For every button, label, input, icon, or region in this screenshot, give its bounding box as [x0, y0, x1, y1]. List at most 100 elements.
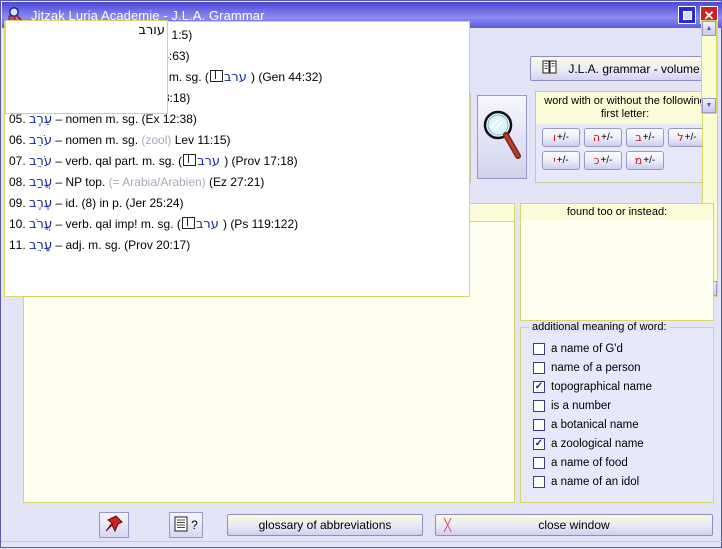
additional-meaning-row[interactable]: ✓ a zoological name: [533, 434, 713, 453]
first-letter-button-י[interactable]: י +/-: [542, 151, 580, 170]
grammar-item-root-hebrew: ערב: [197, 154, 225, 169]
book-icon: [183, 154, 197, 166]
first-letter-button-ב[interactable]: ב +/-: [626, 128, 664, 147]
grammar-item-number: 11.: [9, 238, 30, 252]
first-letter-title: word with or without the following first…: [536, 92, 714, 124]
grammar-list-item[interactable]: 09. עֶרֶב – id. (8) in p. (Jer 25:24): [9, 193, 469, 214]
grammar-item-number: 07.: [9, 154, 30, 168]
found-too-list[interactable]: עורב: [5, 20, 168, 114]
app-window: Jitzak Luria Academie - J.L.A. Grammar ✕…: [0, 0, 722, 548]
grammar-list-item[interactable]: 11. עָרֵב – adj. m. sg. (Prov 20:17): [9, 235, 469, 256]
grammar-list-item[interactable]: 08. עֲרַב – NP top. (= Arabia/Arabien) (…: [9, 172, 469, 193]
first-letter-suffix: +/-: [601, 132, 614, 143]
checkbox-a-zoological-name[interactable]: ✓: [533, 437, 545, 450]
additional-meaning-row[interactable]: is a number: [533, 396, 713, 415]
book-icon: [181, 217, 195, 229]
grammar-item-reference: ) (Gen 44:32): [251, 70, 323, 84]
found-scroll-down-button[interactable]: ▼: [702, 98, 716, 113]
glossary-button[interactable]: glossary of abbreviations: [227, 514, 423, 536]
additional-meaning-row[interactable]: a botanical name: [533, 415, 713, 434]
first-letter-row-2: י +/- כ +/- מ +/-: [542, 151, 714, 170]
additional-meaning-row[interactable]: a name of an idol: [533, 472, 713, 491]
bottom-divider: [1, 541, 722, 542]
additional-meaning-row[interactable]: ✓ topographical name: [533, 377, 713, 396]
additional-meaning-label: a botanical name: [551, 418, 639, 431]
glossary-label: glossary of abbreviations: [258, 518, 392, 532]
additional-meaning-row[interactable]: a name of G'd: [533, 339, 713, 358]
x-icon: ╳: [444, 518, 452, 532]
first-letter-glyph: י: [553, 154, 556, 167]
first-letter-glyph: ה: [592, 131, 601, 144]
found-too-panel: found too or instead:: [520, 203, 714, 321]
first-letter-button-ו[interactable]: ו +/-: [542, 128, 580, 147]
pin-button[interactable]: [99, 512, 129, 538]
first-letter-glyph: כ: [593, 154, 600, 167]
book-icon: [542, 60, 558, 77]
grammar-item-root-hebrew: ערב: [223, 70, 251, 85]
grammar-item-description: – verb. qal imp! m. sg. (: [52, 217, 181, 231]
first-letter-suffix: +/-: [642, 132, 655, 143]
grammar-item-description: – adj. m. sg. (Prov 20:17): [52, 238, 191, 252]
checkbox-a-name-of-g-d[interactable]: [533, 342, 545, 355]
first-letter-suffix: +/-: [600, 155, 613, 166]
first-letter-button-ה[interactable]: ה +/-: [584, 128, 622, 147]
first-letter-suffix: +/-: [556, 155, 569, 166]
restore-button[interactable]: [678, 6, 696, 24]
grammar-item-number: 05.: [9, 112, 30, 126]
additional-meaning-label: topographical name: [551, 380, 653, 393]
help-button[interactable]: ?: [169, 512, 203, 538]
additional-meaning-label: a name of an idol: [551, 475, 640, 488]
grammar-item-number: 06.: [9, 133, 30, 147]
first-letter-glyph: ב: [635, 131, 642, 144]
grammar-list-item[interactable]: 07. עֹרֵב – verb. qal part. m. sg. ( ערב…: [9, 151, 469, 172]
first-letter-glyph: ל: [677, 131, 684, 144]
help-book-icon: [174, 516, 188, 535]
grammar-item-hebrew: עֹרֵב: [29, 133, 53, 148]
close-window-button[interactable]: ╳ close window: [435, 514, 713, 536]
search-magnifier-button[interactable]: [477, 95, 527, 179]
grammar-volume-button[interactable]: J.L.A. grammar - volume: [530, 56, 712, 81]
first-letter-button-ל[interactable]: ל +/-: [668, 128, 706, 147]
first-letter-suffix: +/-: [643, 155, 656, 166]
additional-meaning-label: is a number: [551, 399, 612, 412]
found-too-item[interactable]: עורב: [10, 23, 167, 38]
checkbox-a-name-of-an-idol[interactable]: [533, 475, 545, 488]
close-window-label: close window: [538, 518, 610, 532]
first-letter-button-מ[interactable]: מ +/-: [626, 151, 664, 170]
found-too-title: found too or instead:: [521, 204, 713, 220]
first-letter-row-1: ו +/- ה +/- ב +/- ל +/-: [542, 128, 714, 147]
checkbox-is-a-number[interactable]: [533, 399, 545, 412]
additional-meaning-row[interactable]: a name of food: [533, 453, 713, 472]
magnifier-icon: [481, 108, 523, 167]
additional-meaning-row[interactable]: name of a person: [533, 358, 713, 377]
grammar-item-reference: ) (Ps 119:122): [222, 217, 299, 231]
checkbox-a-name-of-food[interactable]: [533, 456, 545, 469]
first-letter-suffix: +/-: [557, 132, 569, 143]
checkbox-a-botanical-name[interactable]: [533, 418, 545, 431]
grammar-item-note: (= Arabia/Arabien): [108, 175, 206, 189]
pushpin-icon: [104, 514, 124, 537]
grammar-item-hebrew: עֶרֶב: [29, 196, 53, 211]
found-too-scrollbar[interactable]: ▲ ▼: [701, 20, 717, 114]
book-icon: [209, 70, 223, 82]
additional-meaning-items: a name of G'd name of a person ✓ topographi…: [521, 328, 713, 491]
additional-meaning-label: name of a person: [551, 361, 641, 374]
grammar-list-item[interactable]: 10. עֲרֹב – verb. qal imp! m. sg. ( ערב)…: [9, 214, 469, 235]
additional-meaning-label: a name of G'd: [551, 342, 623, 355]
grammar-item-hebrew: עֲרַב: [29, 175, 53, 190]
restore-icon: [682, 10, 692, 20]
grammar-item-description: – verb. qal part. m. sg. (: [52, 154, 183, 168]
additional-meaning-legend: additional meaning of word:: [529, 321, 670, 333]
grammar-list-item[interactable]: 06. עֹרֵב – nomen m. sg. (zool) Lev 11:1…: [9, 130, 469, 151]
additional-meaning-panel: additional meaning of word: a name of G'…: [520, 321, 714, 503]
checkbox-topographical-name[interactable]: ✓: [533, 380, 545, 393]
grammar-item-hebrew: עָרֵב: [29, 238, 53, 253]
additional-meaning-label: a zoological name: [551, 437, 644, 450]
first-letter-glyph: מ: [634, 154, 643, 167]
first-letter-panel: word with or without the following first…: [535, 91, 715, 183]
first-letter-buttons: ו +/- ה +/- ב +/- ל +/- י +/- כ +/- מ +/-: [536, 124, 714, 170]
first-letter-button-כ[interactable]: כ +/-: [584, 151, 622, 170]
checkbox-name-of-a-person[interactable]: [533, 361, 545, 374]
found-scroll-up-button[interactable]: ▲: [702, 21, 716, 36]
grammar-item-hebrew: עֹרֵב: [29, 154, 53, 169]
